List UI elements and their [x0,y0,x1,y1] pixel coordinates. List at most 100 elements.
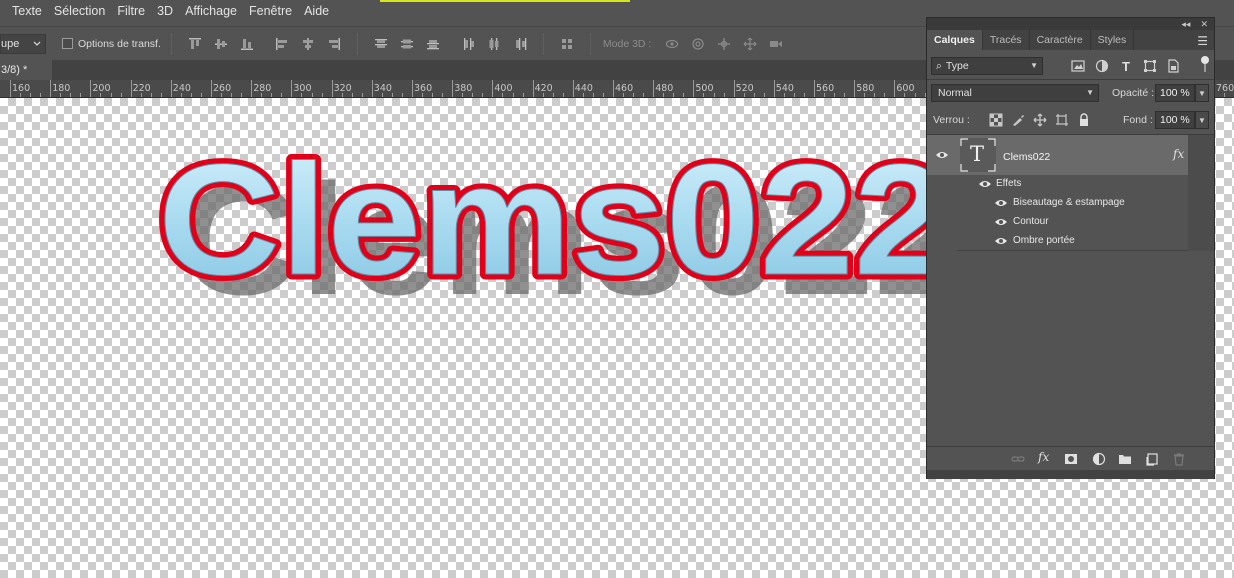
divider [356,32,358,55]
filter-adjustment-icon[interactable] [1094,58,1110,74]
divider [927,79,1214,80]
new-layer-icon[interactable] [1145,452,1159,466]
drop-shadow-visibility-eye-icon[interactable] [994,236,1008,246]
auto-align-icon[interactable] [559,36,575,52]
transform-options-checkbox[interactable]: Options de transf. [62,38,161,50]
lock-label: Verrou : [933,114,970,126]
opacity-label: Opacité : [1112,87,1155,99]
add-layer-style-icon[interactable]: fx [1038,450,1052,464]
filter-shape-icon[interactable] [1142,58,1158,74]
menu-fenetre[interactable]: Fenêtre [243,4,298,18]
transform-options-label: Options de transf. [78,37,161,50]
layer-thumbnail[interactable]: T [960,138,996,172]
document-tab[interactable]: 3/8) * [0,60,52,80]
menu-aide[interactable]: Aide [298,4,335,18]
roll-3d-icon[interactable] [690,36,706,52]
opacity-slider-button[interactable]: ▼ [1195,84,1209,102]
menu-texte[interactable]: Texte [0,4,48,18]
divider [170,32,172,55]
align-right-icon[interactable] [326,36,342,52]
type-layer-icon: T [970,142,985,166]
drag-3d-icon[interactable] [716,36,732,52]
layer-name[interactable]: Clems022 [1003,151,1050,163]
auto-select-dropdown[interactable]: upe [0,33,46,54]
scale-3d-icon[interactable] [768,36,784,52]
align-top-icon[interactable] [187,36,203,52]
opacity-field[interactable]: 100 % [1155,84,1195,102]
text-layer-clems022[interactable]: Clems022 [158,132,949,309]
distribute-top-icon[interactable] [373,36,389,52]
filter-toggle-icon[interactable] [1201,56,1209,64]
bevel-visibility-eye-icon[interactable] [994,198,1008,208]
menu-3d[interactable]: 3D [151,4,179,18]
blend-mode-value: Normal [938,87,972,99]
effect-drop-shadow[interactable]: Ombre portée [1013,235,1075,246]
effects-visibility-eye-icon[interactable] [978,179,992,189]
layers-panel-footer: fx [927,446,1214,470]
lock-artboard-icon[interactable] [1054,112,1070,128]
close-icon[interactable]: ✕ [1200,19,1208,30]
distribute-hcenter-icon[interactable] [486,36,502,52]
chevron-down-icon: ▼ [1086,88,1094,97]
checkbox-box[interactable] [62,38,73,49]
mode-3d-label: Mode 3D : [602,37,652,50]
distribute-left-icon[interactable] [460,36,476,52]
panel-titlebar[interactable]: ◂◂ ✕ [927,18,1214,30]
align-hcenter-icon[interactable] [300,36,316,52]
document-tab-label: 3/8) * [1,64,28,76]
layer-fx-icon[interactable]: fx [1173,147,1184,161]
distribute-vcenter-icon[interactable] [399,36,415,52]
lock-image-pixels-icon[interactable] [1010,112,1026,128]
delete-layer-icon[interactable] [1172,452,1186,466]
align-left-icon[interactable] [274,36,290,52]
layer-filter-value: Type [945,60,969,72]
distribute-right-icon[interactable] [512,36,528,52]
slide-3d-icon[interactable] [742,36,758,52]
menu-selection[interactable]: Sélection [48,4,111,18]
layer-visibility-eye-icon[interactable] [935,150,949,160]
tab-traces[interactable]: Tracés [983,30,1030,50]
tab-caractere[interactable]: Caractère [1030,30,1091,50]
search-icon: ⌕ [936,59,942,72]
effects-label[interactable]: Effets [996,178,1021,189]
chevron-down-icon [33,41,41,46]
collapse-icon[interactable]: ◂◂ [1181,19,1190,30]
layer-effects-gutter [1188,135,1214,251]
filter-toggle-stem [1204,64,1206,72]
panel-tabs: Calques Tracés Caractère Styles ☰ [927,30,1214,50]
menu-affichage[interactable]: Affichage [179,4,243,18]
stroke-visibility-eye-icon[interactable] [994,217,1008,227]
progress-strip [380,0,630,2]
new-group-icon[interactable] [1118,452,1132,466]
lock-transparent-pixels-icon[interactable] [988,112,1004,128]
new-adjustment-layer-icon[interactable] [1092,452,1106,466]
filter-type-icon[interactable]: T [1118,58,1134,74]
distribute-bottom-icon[interactable] [425,36,441,52]
divider [542,32,544,55]
layer-filter-dropdown[interactable]: ⌕ Type ▼ [931,57,1043,75]
align-bottom-icon[interactable] [239,36,255,52]
blend-mode-dropdown[interactable]: Normal ▼ [931,84,1099,102]
menu-filtre[interactable]: Filtre [111,4,151,18]
divider [589,32,591,55]
auto-select-value: upe [1,37,20,50]
effect-stroke[interactable]: Contour [1013,216,1049,227]
filter-smartobject-icon[interactable] [1165,58,1181,74]
align-vcenter-icon[interactable] [213,36,229,52]
link-layers-icon[interactable] [1011,452,1025,466]
panel-menu-icon[interactable]: ☰ [1197,34,1208,48]
tab-styles[interactable]: Styles [1091,30,1135,50]
add-mask-icon[interactable] [1064,452,1078,466]
tab-calques[interactable]: Calques [927,30,983,50]
opacity-value: 100 % [1160,87,1190,99]
layers-panel: ◂◂ ✕ Calques Tracés Caractère Styles ☰ ⌕… [926,17,1215,479]
fill-value: 100 % [1160,114,1190,126]
rotate-3d-icon[interactable] [664,36,680,52]
lock-all-icon[interactable] [1076,112,1092,128]
fill-slider-button[interactable]: ▼ [1195,111,1209,129]
lock-position-icon[interactable] [1032,112,1048,128]
fill-field[interactable]: 100 % [1155,111,1195,129]
effect-bevel-emboss[interactable]: Biseautage & estampage [1013,197,1125,208]
panel-resize-bar[interactable] [927,470,1214,479]
filter-pixel-icon[interactable] [1070,58,1086,74]
